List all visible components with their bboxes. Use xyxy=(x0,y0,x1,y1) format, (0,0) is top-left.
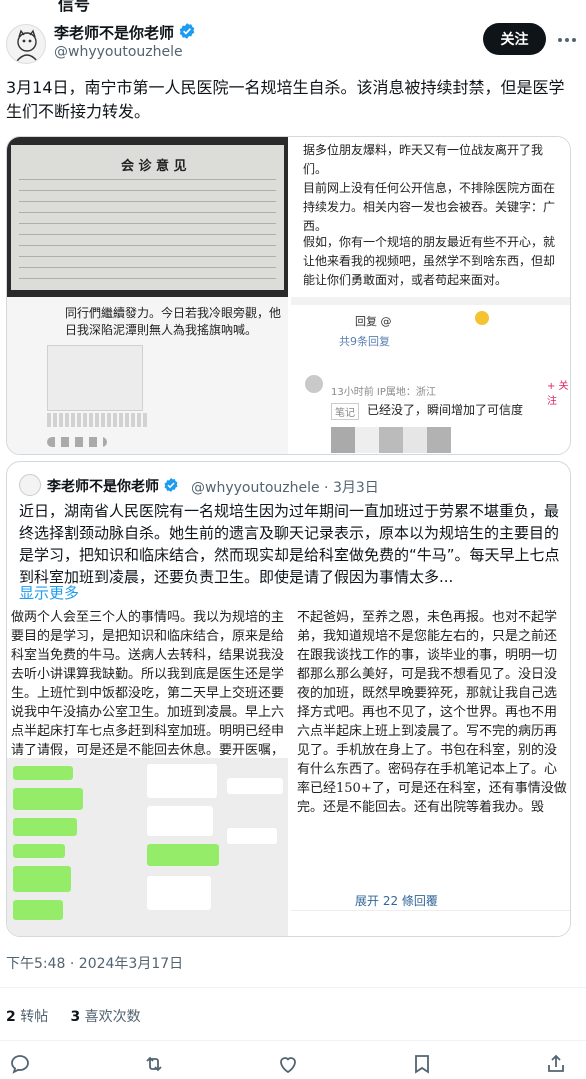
commenter-avatar xyxy=(305,375,323,393)
chat-bubble xyxy=(227,828,277,844)
chat-bubble xyxy=(13,766,73,780)
follow-button[interactable]: 关注 xyxy=(483,23,546,55)
chat-bubble xyxy=(13,866,71,892)
action-bar xyxy=(0,1052,586,1078)
chat-screenshot xyxy=(7,758,288,936)
image2-thumbnails xyxy=(331,427,451,453)
retweet-icon[interactable] xyxy=(142,1052,166,1076)
author-avatar[interactable] xyxy=(6,24,46,64)
media-image-2[interactable]: 据多位朋友爆料，昨天又有一位战友离开了我们。 目前网上没有任何公开信息，不排除医… xyxy=(291,137,570,454)
quote-text: 近日，湖南省人民医院有一名规培生因为过年期间一直加班过于劳累不堪重负，最终选择割… xyxy=(19,502,560,586)
reaction-avatars xyxy=(47,437,107,447)
embedded-screenshot-thumbnail xyxy=(47,345,143,411)
chat-bubble xyxy=(13,788,83,810)
comment-divider xyxy=(291,910,570,911)
quote-image-2[interactable]: 不起爸妈，至养之恩，未色再报。也对不起学弟，我知道规培不是您能左右的，只是之前还… xyxy=(291,608,570,936)
image2-para-1: 据多位朋友爆料，昨天又有一位战友离开了我们。 xyxy=(303,143,544,176)
image2-more-replies: 共9条回复 xyxy=(339,335,390,348)
quote-label[interactable]: 喜欢次数 xyxy=(85,1009,141,1025)
media-image-1[interactable]: 会 诊 意 见 同行們繼續發力。今日若我冷眼旁觀，他日我深陷泥潭則無人為我搖旗吶… xyxy=(7,137,288,454)
chat-bubble xyxy=(147,806,213,836)
quote-author-handle: @whyyoutouzhele · 3月3日 xyxy=(191,480,379,496)
quote-author-name-text: 李老师不是你老师 xyxy=(47,479,159,495)
image2-divider xyxy=(291,297,570,305)
image2-reply-label: 回复 @ xyxy=(355,315,392,328)
expand-replies: 展开 22 條回覆 xyxy=(355,894,438,908)
tweet-text: 3月14日，南宁市第一人民医院一名规培生自杀。该消息被持续封禁，但是医学生们不断… xyxy=(6,78,565,121)
chat-bubble xyxy=(13,844,65,858)
quote-media-grid: 做两个人会至三个人的事情吗。我以为规培的主要目的是学习，是把知识和临床结合，原来… xyxy=(7,608,570,936)
consultation-document-photo: 会 诊 意 见 xyxy=(7,137,288,297)
top-cut-text: 信号 xyxy=(58,0,91,14)
divider xyxy=(0,1040,586,1041)
image2-note-tag: 笔记 xyxy=(331,403,359,420)
more-options-icon[interactable] xyxy=(555,28,579,52)
quote-image-1[interactable]: 做两个人会至三个人的事情吗。我以为规培的主要目的是学习，是把知识和临床结合，原来… xyxy=(7,608,288,936)
image1-caption: 同行們繼續發力。今日若我冷眼旁觀，他日我深陷泥潭則無人為我搖旗吶喊。 xyxy=(65,306,282,337)
chat-bubble xyxy=(13,818,77,836)
divider xyxy=(0,987,586,988)
share-icon[interactable] xyxy=(544,1052,568,1076)
quote-verified-badge-icon xyxy=(163,477,179,497)
document-text-lines xyxy=(19,179,276,282)
show-more-link[interactable]: 显示更多 xyxy=(19,582,79,603)
chat-bubble xyxy=(147,764,217,798)
chat-bubble xyxy=(13,900,63,920)
quote-count[interactable]: 3 xyxy=(70,1009,80,1025)
like-icon[interactable] xyxy=(276,1052,300,1076)
retweet-label[interactable]: 转帖 xyxy=(20,1009,48,1025)
chat-bubble xyxy=(147,876,211,910)
chat-bubble xyxy=(227,778,283,794)
quoted-tweet[interactable]: 李老师不是你老师 @whyyoutouzhele · 3月3日 近日，湖南省人民… xyxy=(6,461,571,937)
reply-icon[interactable] xyxy=(8,1052,32,1076)
tweet-timestamp[interactable]: 下午5:48 · 2024年3月17日 xyxy=(6,953,183,973)
quote-image-2-text: 不起爸妈，至养之恩，未色再报。也对不起学弟，我知道规培不是您能左右的，只是之前还… xyxy=(297,610,567,815)
quote-author-avatar xyxy=(19,474,41,496)
image2-meta: 13小时前 IP属地：浙江 xyxy=(331,387,436,398)
tweet-stats: 2 转帖 3 喜欢次数 xyxy=(6,1006,141,1026)
bookmark-icon[interactable] xyxy=(410,1052,434,1076)
image2-follow: + 关注 xyxy=(547,381,569,407)
quote-author-name: 李老师不是你老师 xyxy=(47,476,179,497)
embedded-screenshot-caption xyxy=(47,413,147,427)
retweet-count[interactable]: 2 xyxy=(6,1009,16,1025)
chat-bubble xyxy=(147,844,219,866)
verified-badge-icon xyxy=(178,22,196,44)
document-paper: 会 诊 意 见 xyxy=(11,145,284,290)
tweet-header: 李老师不是你老师 @whyyoutouzhele 关注 xyxy=(0,14,586,70)
emoji-icon xyxy=(475,311,489,325)
author-handle[interactable]: @whyyoutouzhele xyxy=(54,44,183,60)
media-grid: 会 诊 意 见 同行們繼續發力。今日若我冷眼旁觀，他日我深陷泥潭則無人為我搖旗吶… xyxy=(6,136,571,455)
document-title: 会 诊 意 见 xyxy=(121,159,187,174)
image2-para-3: 假如，你有一个规培的朋友最近有些不开心，就让他来看我的视频吧，虽然学不到啥东西，… xyxy=(303,235,556,287)
image2-para-2: 目前网上没有任何公开信息，不排除医院方面在持续发力。相关内容一发也会被吞。关键字… xyxy=(303,181,556,233)
author-name[interactable]: 李老师不是你老师 xyxy=(54,22,196,44)
top-cut-fragment: 信号 xyxy=(0,0,586,14)
author-name-text[interactable]: 李老师不是你老师 xyxy=(54,24,174,42)
image2-note: 已经没了，瞬间增加了可信度 xyxy=(367,403,524,417)
